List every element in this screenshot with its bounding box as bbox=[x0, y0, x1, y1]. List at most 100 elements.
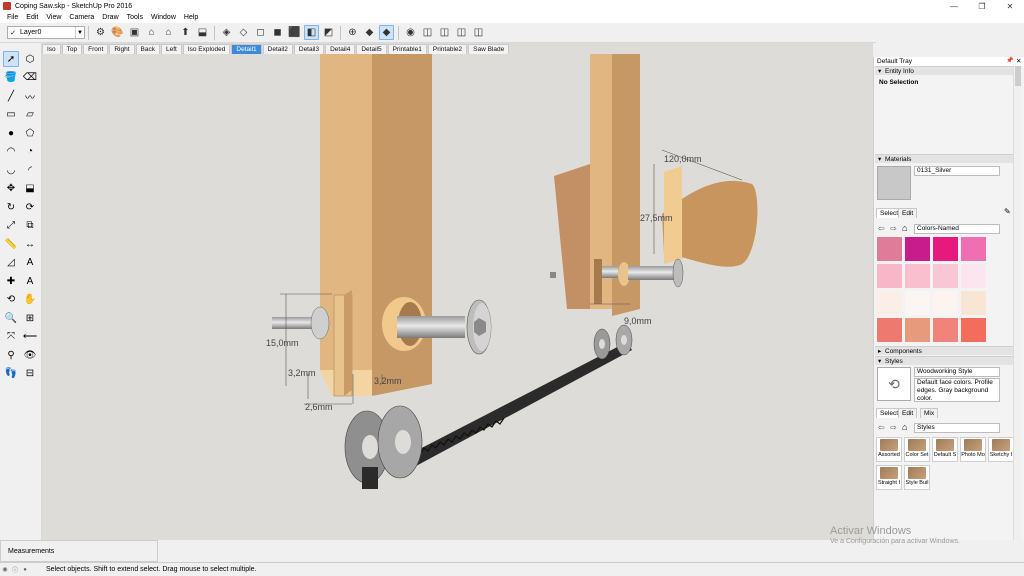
scale-icon[interactable]: ⤢ bbox=[3, 218, 19, 234]
material-swatch[interactable] bbox=[961, 237, 986, 261]
select-icon[interactable]: ➚ bbox=[3, 51, 19, 67]
scrollbar-thumb[interactable] bbox=[1015, 66, 1021, 86]
material-name-field[interactable]: 0131_Silver bbox=[914, 166, 1000, 176]
scene-tab-left[interactable]: Left bbox=[160, 44, 182, 54]
scene-tab-detail1[interactable]: Detail1 bbox=[231, 44, 262, 54]
left-wood-arm[interactable] bbox=[320, 54, 432, 397]
menu-window[interactable]: Window bbox=[147, 14, 180, 21]
style-item[interactable]: Sketchy I bbox=[988, 437, 1014, 462]
forward-arrow-icon[interactable]: ⇨ bbox=[890, 224, 897, 233]
style-name-field[interactable]: Woodworking Style bbox=[914, 367, 1000, 377]
menu-file[interactable]: File bbox=[3, 14, 22, 21]
saw-blade[interactable] bbox=[410, 342, 632, 466]
previous-view-icon[interactable]: ⟵ bbox=[22, 329, 38, 345]
dimension-icon[interactable]: ↔ bbox=[22, 236, 38, 252]
push-pull-icon[interactable]: ⬓ bbox=[22, 181, 38, 197]
scene-tab-detail4[interactable]: Detail4 bbox=[325, 44, 356, 54]
scene-tab-detail2[interactable]: Detail2 bbox=[262, 44, 293, 54]
scene-tab-right[interactable]: Right bbox=[109, 44, 135, 54]
styles-edit-tab[interactable]: Edit bbox=[898, 408, 918, 418]
material-swatch[interactable] bbox=[933, 318, 958, 342]
rotated-rectangle-icon[interactable]: ▱ bbox=[22, 107, 38, 123]
styles-header[interactable]: ▾ Styles bbox=[875, 356, 1014, 365]
style-item[interactable]: Style Buil bbox=[904, 465, 930, 490]
zoom-window-icon[interactable]: ⊞ bbox=[22, 310, 38, 326]
style-item[interactable]: Default S bbox=[932, 437, 958, 462]
components-header[interactable]: ▸ Components bbox=[875, 346, 1014, 355]
styles-home-icon[interactable]: ⌂ bbox=[902, 422, 907, 432]
section-plane-icon[interactable]: ⊕ bbox=[345, 25, 360, 40]
rectangle-icon[interactable]: ▭ bbox=[3, 107, 19, 123]
material-swatch[interactable] bbox=[961, 318, 986, 342]
two-point-arc-icon[interactable]: ◡ bbox=[3, 162, 19, 178]
paint-bucket-icon[interactable]: 🪣 bbox=[3, 70, 19, 86]
menu-camera[interactable]: Camera bbox=[65, 14, 98, 21]
line-icon[interactable]: ╱ bbox=[3, 88, 19, 104]
make-component-icon[interactable]: ⬡ bbox=[22, 51, 38, 67]
circle-icon[interactable]: ● bbox=[3, 125, 19, 141]
textured-icon[interactable]: ◧ bbox=[304, 25, 319, 40]
move-icon[interactable]: ✥ bbox=[3, 181, 19, 197]
export-icon[interactable]: ⬓ bbox=[195, 25, 210, 40]
eyedropper-icon[interactable]: ✎ bbox=[1004, 207, 1011, 216]
styles-forward-arrow-icon[interactable]: ⇨ bbox=[890, 423, 897, 432]
warehouse-icon[interactable]: ⌂ bbox=[144, 25, 159, 40]
styles-mix-tab[interactable]: Mix bbox=[920, 408, 939, 418]
rotate-icon[interactable]: ↻ bbox=[3, 199, 19, 215]
menu-help[interactable]: Help bbox=[180, 14, 202, 21]
back-arrow-icon[interactable]: ⇦ bbox=[878, 224, 885, 233]
scene-tab-saw-blade[interactable]: Saw Blade bbox=[468, 44, 510, 54]
model-viewport[interactable]: Iso Top Front Right Back Left Iso Exploded Deta… bbox=[42, 43, 873, 540]
iso-view-icon[interactable]: ◫ bbox=[420, 25, 435, 40]
section-plane-tool-icon[interactable]: ⊟ bbox=[22, 366, 38, 382]
chevron-down-icon[interactable]: ▼ bbox=[75, 27, 84, 38]
monochrome-icon[interactable]: ◩ bbox=[321, 25, 336, 40]
three-point-arc-icon[interactable]: ◜ bbox=[22, 162, 38, 178]
scene-tab-printable2[interactable]: Printable2 bbox=[427, 44, 468, 54]
front-view-icon[interactable]: ◫ bbox=[454, 25, 469, 40]
components-icon[interactable]: ⚙ bbox=[93, 25, 108, 40]
menu-draw[interactable]: Draw bbox=[98, 14, 122, 21]
scene-tab-detail5[interactable]: Detail5 bbox=[356, 44, 387, 54]
material-swatch[interactable] bbox=[877, 237, 902, 261]
zoom-icon[interactable]: 🔍 bbox=[3, 310, 19, 326]
eraser-icon[interactable]: ⌫ bbox=[22, 70, 38, 86]
maximize-button[interactable]: ❐ bbox=[968, 2, 996, 11]
backedges-icon[interactable]: ◇ bbox=[236, 25, 251, 40]
zoom-ext-icon[interactable]: ◉ bbox=[403, 25, 418, 40]
menu-tools[interactable]: Tools bbox=[123, 14, 147, 21]
arc-icon[interactable]: ◠ bbox=[3, 144, 19, 160]
xray-icon[interactable]: ◈ bbox=[219, 25, 234, 40]
menu-edit[interactable]: Edit bbox=[22, 14, 42, 21]
pan-icon[interactable]: ✋ bbox=[22, 292, 38, 308]
scene-tab-iso[interactable]: Iso bbox=[42, 44, 61, 54]
model-info-icon[interactable]: ▣ bbox=[127, 25, 142, 40]
material-swatch[interactable] bbox=[961, 264, 986, 288]
measurements-box[interactable]: Measurements bbox=[0, 540, 158, 562]
material-swatch[interactable] bbox=[905, 318, 930, 342]
material-collection-dropdown[interactable]: Colors-Named bbox=[914, 224, 1000, 234]
minimize-button[interactable]: — bbox=[940, 2, 968, 11]
scene-tab-back[interactable]: Back bbox=[135, 44, 160, 54]
materials-header[interactable]: ▾ Materials bbox=[875, 154, 1014, 163]
section-display-icon[interactable]: ◆ bbox=[362, 25, 377, 40]
materials-edit-tab[interactable]: Edit bbox=[898, 208, 918, 218]
3d-house-icon[interactable]: ⌂ bbox=[161, 25, 176, 40]
scene-tab-iso-exploded[interactable]: Iso Exploded bbox=[182, 44, 231, 54]
scene-tab-detail3[interactable]: Detail3 bbox=[293, 44, 325, 54]
pie-icon[interactable]: ◔ bbox=[22, 144, 38, 160]
layer-dropdown[interactable]: ✓ Layer0 ▼ bbox=[7, 26, 85, 39]
follow-me-icon[interactable]: ⟳ bbox=[22, 199, 38, 215]
freehand-icon[interactable]: 〰 bbox=[22, 88, 38, 104]
home-icon[interactable]: ⌂ bbox=[902, 223, 907, 233]
menu-view[interactable]: View bbox=[42, 14, 65, 21]
styles-back-arrow-icon[interactable]: ⇦ bbox=[878, 423, 885, 432]
top-view-icon[interactable]: ◫ bbox=[437, 25, 452, 40]
left-washers[interactable] bbox=[344, 405, 423, 489]
polygon-icon[interactable]: ⬠ bbox=[22, 125, 38, 141]
material-swatch[interactable] bbox=[877, 318, 902, 342]
close-button[interactable]: ✕ bbox=[996, 2, 1024, 11]
scene-tab-top[interactable]: Top bbox=[61, 44, 83, 54]
style-item[interactable]: Assorted bbox=[876, 437, 902, 462]
material-swatch[interactable] bbox=[961, 291, 986, 315]
